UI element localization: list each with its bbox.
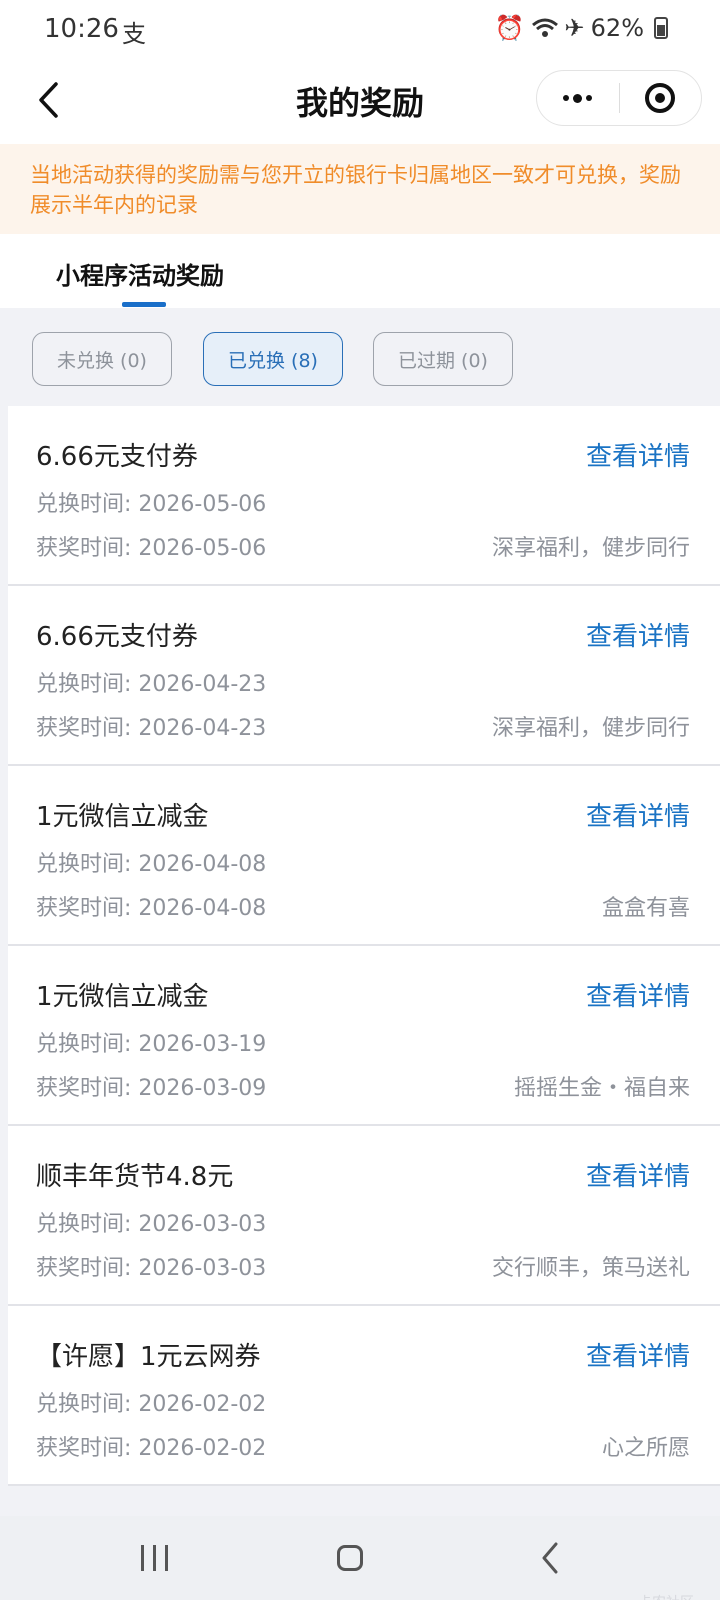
- home-icon: [337, 1545, 363, 1571]
- reward-list: 6.66元支付券 查看详情 兑换时间: 2026-05-06 获奖时间: 202…: [8, 406, 720, 1486]
- alarm-icon: ⏰: [494, 14, 525, 42]
- reward-name: 1元微信立减金: [36, 982, 209, 1012]
- home-button[interactable]: [320, 1538, 380, 1578]
- status-icons: ⏰ ✈ 62%: [495, 14, 668, 42]
- exchange-time: 兑换时间: 2026-05-06: [36, 492, 267, 517]
- award-time: 获奖时间: 2026-03-09: [36, 1076, 267, 1101]
- view-details-link[interactable]: 查看详情: [586, 796, 690, 833]
- exchange-time: 兑换时间: 2026-04-23: [36, 672, 267, 697]
- reward-card: 6.66元支付券 查看详情 兑换时间: 2026-04-23 获奖时间: 202…: [8, 586, 720, 766]
- recent-apps-button[interactable]: [124, 1538, 184, 1578]
- reward-card: 【许愿】1元云网券 查看详情 兑换时间: 2026-02-02 获奖时间: 20…: [8, 1306, 720, 1486]
- filter-unredeemed[interactable]: 未兑换 (0): [32, 332, 172, 386]
- filter-redeemed[interactable]: 已兑换 (8): [203, 332, 343, 386]
- miniprogram-capsule: [536, 70, 702, 126]
- award-time: 获奖时间: 2026-02-02: [36, 1436, 267, 1461]
- award-time: 获奖时间: 2026-04-23: [36, 716, 267, 741]
- status-time: 10:26: [44, 14, 119, 44]
- close-miniprogram-button[interactable]: [620, 71, 702, 125]
- activity-name: 心之所愿: [601, 1436, 690, 1461]
- more-button[interactable]: [537, 71, 619, 125]
- tab-bar: 小程序活动奖励: [0, 234, 720, 308]
- tab-miniprogram-rewards[interactable]: 小程序活动奖励: [56, 256, 224, 291]
- more-dots-icon: [563, 95, 570, 101]
- watermark: 卡农社区: [638, 1592, 694, 1600]
- nav-bar: 我的奖励: [0, 60, 720, 144]
- view-details-link[interactable]: 查看详情: [586, 976, 690, 1013]
- battery-icon: [654, 17, 668, 39]
- alipay-icon: 支: [122, 20, 146, 48]
- award-time: 获奖时间: 2026-05-06: [36, 536, 267, 561]
- activity-name: 深享福利，健步同行: [491, 536, 690, 561]
- filter-expired[interactable]: 已过期 (0): [373, 332, 513, 386]
- reward-name: 6.66元支付券: [36, 442, 198, 472]
- view-details-link[interactable]: 查看详情: [586, 1156, 690, 1193]
- view-details-link[interactable]: 查看详情: [586, 1336, 690, 1373]
- tab-underline: [122, 302, 166, 307]
- chevron-left-icon: [542, 1542, 558, 1574]
- activity-name: 交行顺丰，策马送礼: [491, 1256, 690, 1281]
- exchange-time: 兑换时间: 2026-04-08: [36, 852, 267, 877]
- system-back-button[interactable]: [520, 1538, 580, 1578]
- award-time: 获奖时间: 2026-04-08: [36, 896, 267, 921]
- airplane-icon: ✈: [564, 14, 585, 42]
- filter-chips: 未兑换 (0) 已兑换 (8) 已过期 (0): [0, 308, 720, 406]
- reward-name: 【许愿】1元云网券: [36, 1342, 261, 1372]
- reward-name: 6.66元支付券: [36, 622, 198, 652]
- reward-card: 1元微信立减金 查看详情 兑换时间: 2026-04-08 获奖时间: 2026…: [8, 766, 720, 946]
- battery-percent: 62%: [590, 14, 644, 42]
- notice-banner: 当地活动获得的奖励需与您开立的银行卡归属地区一致才可兑换，奖励展示半年内的记录: [0, 144, 720, 234]
- activity-name: 盒盒有喜: [601, 896, 690, 921]
- wifi-icon: [531, 18, 558, 37]
- view-details-link[interactable]: 查看详情: [586, 436, 690, 473]
- reward-card: 1元微信立减金 查看详情 兑换时间: 2026-03-19 获奖时间: 2026…: [8, 946, 720, 1126]
- activity-name: 深享福利，健步同行: [491, 716, 690, 741]
- award-time: 获奖时间: 2026-03-03: [36, 1256, 267, 1281]
- status-bar: 10:26 支 ⏰ ✈ 62%: [0, 0, 720, 60]
- recent-apps-icon: [140, 1545, 168, 1571]
- exchange-time: 兑换时间: 2026-02-02: [36, 1392, 267, 1417]
- exchange-time: 兑换时间: 2026-03-03: [36, 1212, 267, 1237]
- reward-name: 1元微信立减金: [36, 802, 209, 832]
- view-details-link[interactable]: 查看详情: [586, 616, 690, 653]
- exchange-time: 兑换时间: 2026-03-19: [36, 1032, 267, 1057]
- reward-card: 6.66元支付券 查看详情 兑换时间: 2026-05-06 获奖时间: 202…: [8, 406, 720, 586]
- reward-name: 顺丰年货节4.8元: [36, 1162, 234, 1192]
- system-nav-bar: [0, 1516, 720, 1600]
- target-icon: [645, 83, 676, 113]
- reward-card: 顺丰年货节4.8元 查看详情 兑换时间: 2026-03-03 获奖时间: 20…: [8, 1126, 720, 1306]
- activity-name: 摇摇生金・福自来: [513, 1076, 690, 1101]
